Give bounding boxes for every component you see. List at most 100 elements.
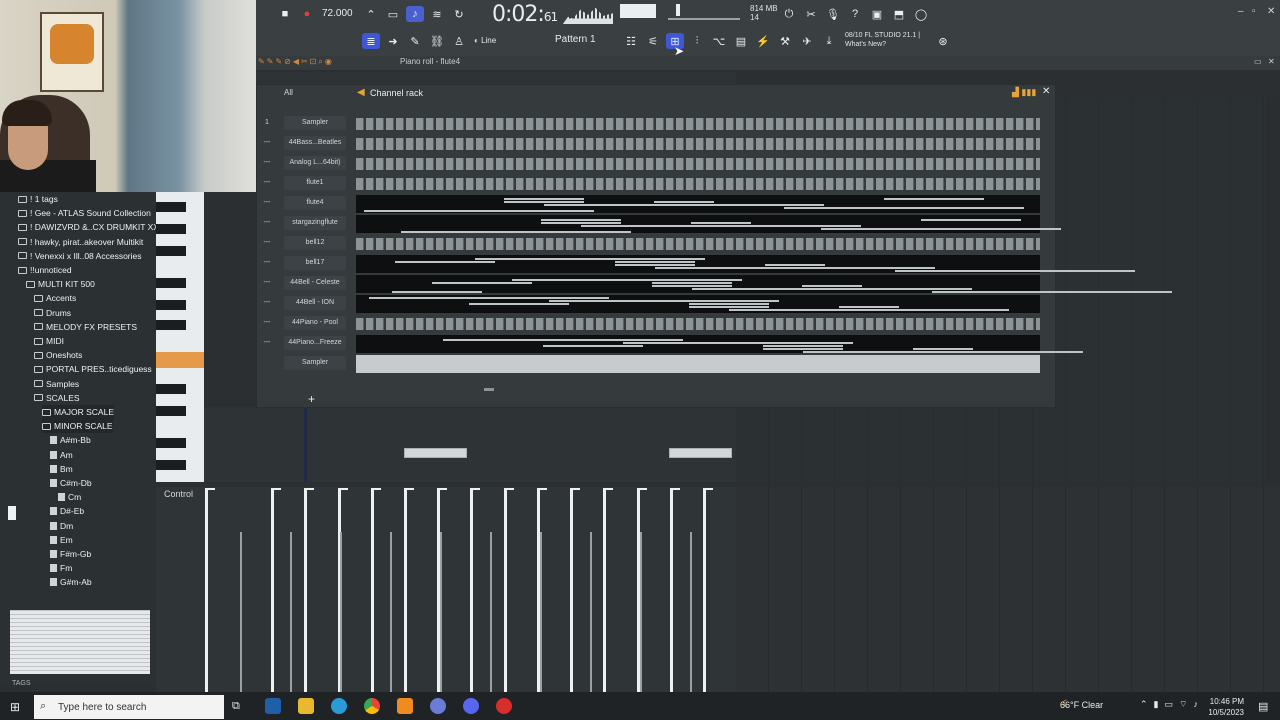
release-bar[interactable] xyxy=(690,532,692,692)
add-channel-button[interactable]: + xyxy=(308,392,315,406)
velocity-handle[interactable] xyxy=(437,488,447,490)
black-key[interactable] xyxy=(156,460,186,470)
release-bar[interactable] xyxy=(240,532,242,692)
channel-filter[interactable]: All xyxy=(284,88,293,97)
black-key[interactable] xyxy=(156,202,186,212)
browser-folder[interactable]: ! 1 tags xyxy=(18,192,58,206)
channel-mixer-track[interactable]: --- xyxy=(262,256,272,270)
fl-news[interactable]: 08/10 FL STUDIO 21.1 | What's New? xyxy=(845,31,920,49)
discord-icon[interactable] xyxy=(463,698,479,714)
channel-name-button[interactable]: bell17 xyxy=(284,256,346,270)
browser-file[interactable]: D#-Eb xyxy=(50,504,84,518)
release-bar[interactable] xyxy=(490,532,492,692)
browser-folder[interactable]: ! Gee - ATLAS Sound Collection xyxy=(18,206,151,220)
weather[interactable]: 66°F Clear xyxy=(1060,700,1103,710)
download-icon[interactable]: ⤓ xyxy=(820,33,838,49)
pattern-selector[interactable]: Pattern 1 xyxy=(555,34,611,48)
brush-icon[interactable]: ✎ xyxy=(406,33,424,49)
channel-row[interactable]: --- 44Bell - Celeste xyxy=(262,275,1172,293)
velocity-handle[interactable] xyxy=(338,488,348,490)
timeline-ruler[interactable] xyxy=(256,72,736,84)
power-icon[interactable]: ⏻ xyxy=(780,6,798,22)
rack-scroll[interactable] xyxy=(484,388,494,391)
windows-start-icon[interactable]: ⊞ xyxy=(10,700,20,714)
channel-mixer-track[interactable]: --- xyxy=(262,156,272,170)
browser-folder[interactable]: Drums xyxy=(34,306,71,320)
browser-folder[interactable]: Oneshots xyxy=(34,348,82,362)
chrome-icon[interactable] xyxy=(364,698,380,714)
velocity-handle[interactable] xyxy=(603,488,613,490)
browser-file[interactable]: C#m-Db xyxy=(50,476,92,490)
channel-row[interactable]: --- 44Bell - ION xyxy=(262,295,1042,313)
velocity-bar[interactable] xyxy=(703,488,706,692)
black-key[interactable] xyxy=(156,246,186,256)
channel-name-button[interactable]: 44Piano...Freeze xyxy=(284,336,346,350)
app2-icon[interactable] xyxy=(496,698,512,714)
browser-folder[interactable]: MIDI xyxy=(34,334,64,348)
velocity-handle[interactable] xyxy=(670,488,680,490)
channel-mixer-track[interactable]: --- xyxy=(262,216,272,230)
piano-roll-preview[interactable] xyxy=(356,215,1061,233)
control-selector[interactable]: Control xyxy=(164,489,193,499)
online-icon[interactable]: ⊛ xyxy=(934,33,952,49)
release-bar[interactable] xyxy=(590,532,592,692)
step-sequencer[interactable] xyxy=(356,158,1040,170)
metronome-icon[interactable]: ⌃ xyxy=(362,6,380,22)
note[interactable] xyxy=(669,448,732,458)
roll-close-icon[interactable]: ✕ xyxy=(1268,57,1275,66)
master-pitch-slider[interactable] xyxy=(668,18,740,20)
channel-mixer-track[interactable]: --- xyxy=(262,296,272,310)
velocity-bar[interactable] xyxy=(271,488,274,692)
snap-selector[interactable]: ◐ Line xyxy=(474,36,496,45)
black-key[interactable] xyxy=(156,406,186,416)
browser-file[interactable]: A#m-Bb xyxy=(50,433,91,447)
velocity-bar[interactable] xyxy=(670,488,673,692)
vsc-icon[interactable] xyxy=(265,698,281,714)
whats-new-link[interactable]: What's New? xyxy=(845,40,920,49)
channel-name-button[interactable]: 44Bell - ION xyxy=(284,296,346,310)
browser-folder[interactable]: Samples xyxy=(34,377,79,391)
playlist-icon[interactable]: ☷ xyxy=(622,33,640,49)
file-explorer-icon[interactable] xyxy=(298,698,314,714)
channel-name-button[interactable]: stargazingflute xyxy=(284,216,346,230)
channel-row[interactable]: --- 44Piano...Freeze xyxy=(262,335,1083,353)
channel-name-button[interactable]: flute4 xyxy=(284,196,346,210)
channel-row[interactable]: --- 44Bass...Beatles xyxy=(262,136,1042,152)
stop-button[interactable]: ■ xyxy=(276,6,294,22)
browser-file[interactable]: G#m-Ab xyxy=(50,575,92,589)
stamp-icon[interactable]: ♙ xyxy=(450,33,468,49)
record-button[interactable]: ● xyxy=(298,6,316,22)
browser-file[interactable]: Cm xyxy=(58,490,81,504)
channel-name-button[interactable]: Sampler xyxy=(284,356,346,370)
roll-maximize-icon[interactable]: ▭ xyxy=(1254,57,1262,66)
channel-row[interactable]: --- 44Piano - Pool xyxy=(262,316,1042,332)
plugin-icon[interactable]: ⚡ xyxy=(754,33,772,49)
piano-roll-preview[interactable] xyxy=(356,275,1172,293)
browser-file[interactable]: Fm xyxy=(50,561,72,575)
channel-mixer-track[interactable]: --- xyxy=(262,136,272,150)
release-bar[interactable] xyxy=(640,532,642,692)
note-grid[interactable] xyxy=(204,407,736,482)
black-key[interactable] xyxy=(156,300,186,310)
velocity-handle[interactable] xyxy=(470,488,480,490)
channel-name-button[interactable]: Sampler xyxy=(284,116,346,130)
channel-name-button[interactable]: 44Bell - Celeste xyxy=(284,276,346,290)
edge-icon[interactable] xyxy=(331,698,347,714)
fl-studio-icon[interactable] xyxy=(397,698,413,714)
piano-roll-preview[interactable] xyxy=(356,335,1083,353)
channel-name-button[interactable]: 44Bass...Beatles xyxy=(284,136,346,150)
channel-row[interactable]: --- flute1 xyxy=(262,176,1042,192)
browser-file[interactable]: F#m-Gb xyxy=(50,547,91,561)
velocity-bar[interactable] xyxy=(603,488,606,692)
tuning-icon[interactable]: ⚒ xyxy=(776,33,794,49)
master-volume[interactable] xyxy=(676,4,680,16)
velocity-bar[interactable] xyxy=(205,488,208,692)
browser-folder[interactable]: ! DAWIZVRD &..CX DRUMKIT XXL xyxy=(18,220,164,234)
velocity-bar[interactable] xyxy=(304,488,307,692)
black-key[interactable] xyxy=(156,438,186,448)
channel-row[interactable]: --- bell12 xyxy=(262,236,1042,252)
channel-mixer-track[interactable]: --- xyxy=(262,336,272,350)
channel-mixer-track[interactable]: --- xyxy=(262,276,272,290)
piano-roll-tools[interactable]: ✎✎✎⊘◀✂⊡⌕◉ xyxy=(258,57,334,67)
rack-view-icons[interactable]: ▟ ▮▮▮ xyxy=(1012,87,1036,98)
